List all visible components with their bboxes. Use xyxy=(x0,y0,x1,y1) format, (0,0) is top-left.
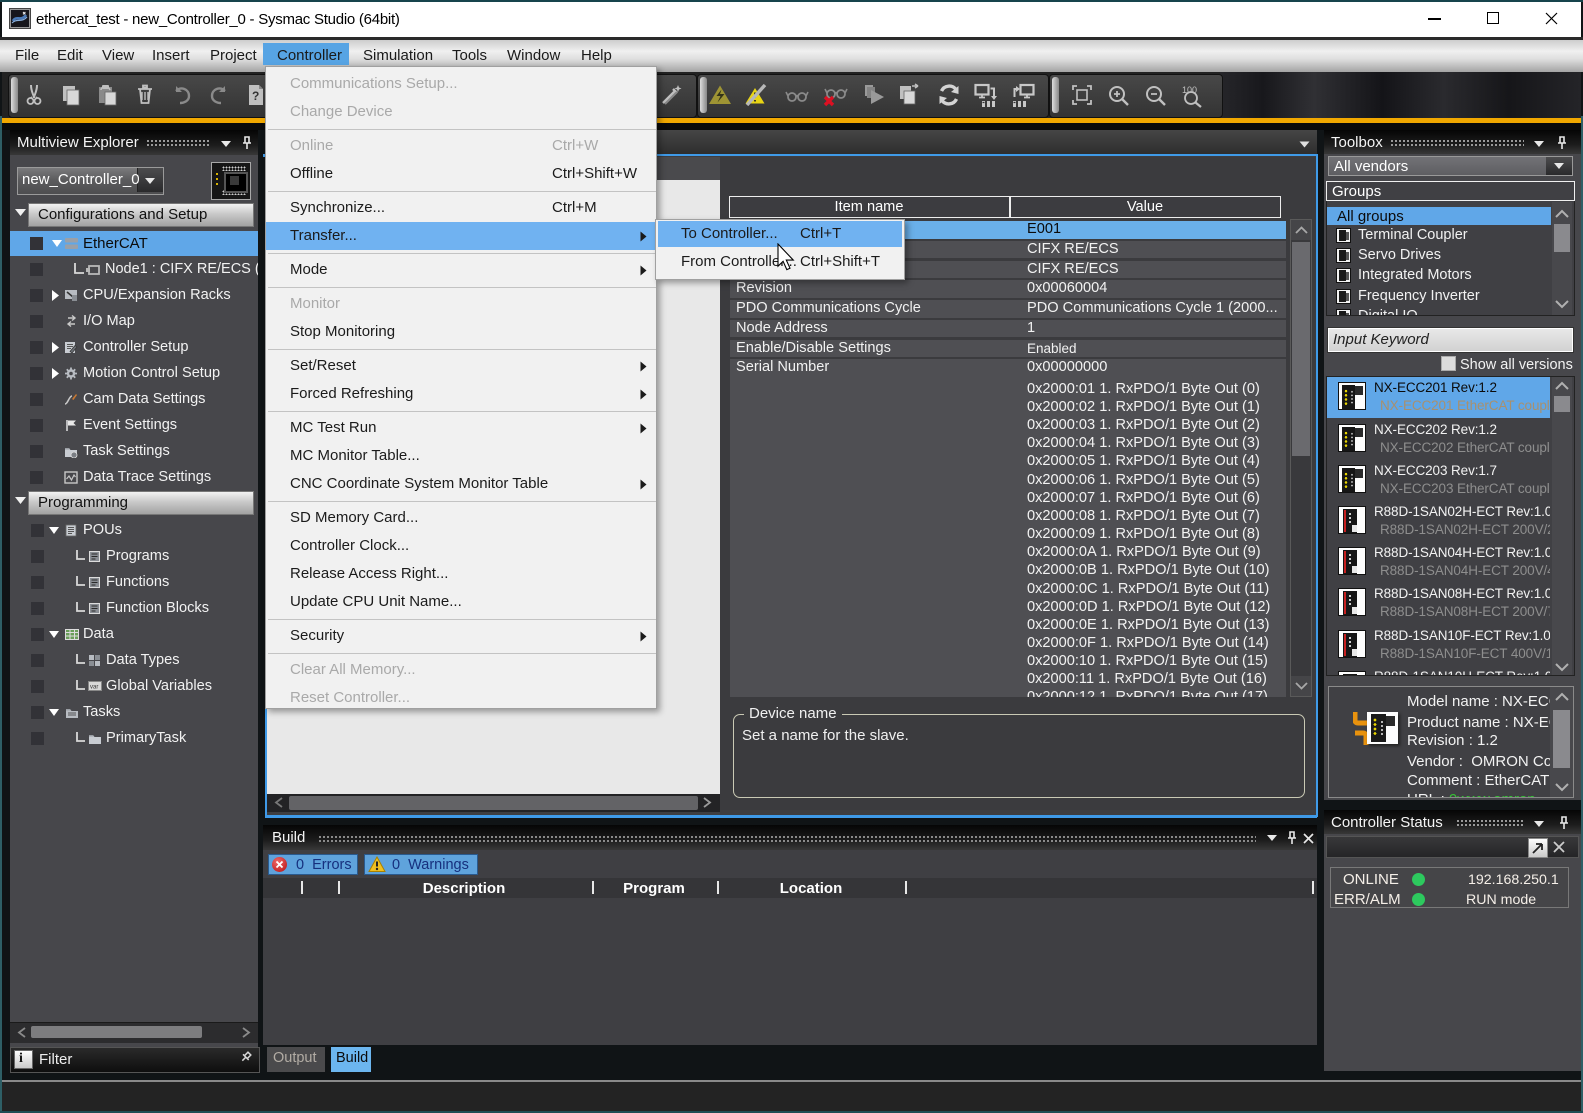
svg-text:?: ? xyxy=(252,89,259,103)
svg-text:var: var xyxy=(90,685,98,691)
